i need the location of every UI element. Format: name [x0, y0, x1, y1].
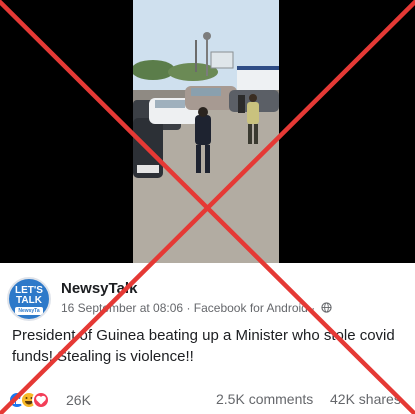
comments-count-link[interactable]: 2.5K comments [216, 391, 313, 407]
post-meta: 16 September at 08:06 · Facebook for And… [61, 300, 332, 315]
post-date[interactable]: 16 September at 08:06 [61, 301, 183, 315]
video-still-image [133, 0, 279, 263]
post-source: Facebook for Android [193, 300, 308, 315]
meta-separator: · [186, 300, 191, 315]
avatar-logo-text: LET'S TALK [15, 285, 43, 306]
avatar-logo-subtext: NewsyTa [15, 307, 43, 315]
post-video[interactable] [0, 0, 415, 263]
shares-count-link[interactable]: 42K shares [330, 391, 401, 407]
meta-separator-2: · [311, 300, 316, 315]
page-avatar[interactable]: LET'S TALK NewsyTa [7, 277, 51, 321]
page-name-link[interactable]: NewsyTalk [61, 280, 137, 297]
reactions-count: 26K [66, 392, 91, 408]
love-icon [32, 391, 50, 409]
post-message: President of Guinea beating up a Ministe… [12, 327, 395, 365]
globe-icon [320, 302, 332, 313]
facebook-post: LET'S TALK NewsyTa NewsyTalk 16 Septembe… [0, 263, 415, 414]
